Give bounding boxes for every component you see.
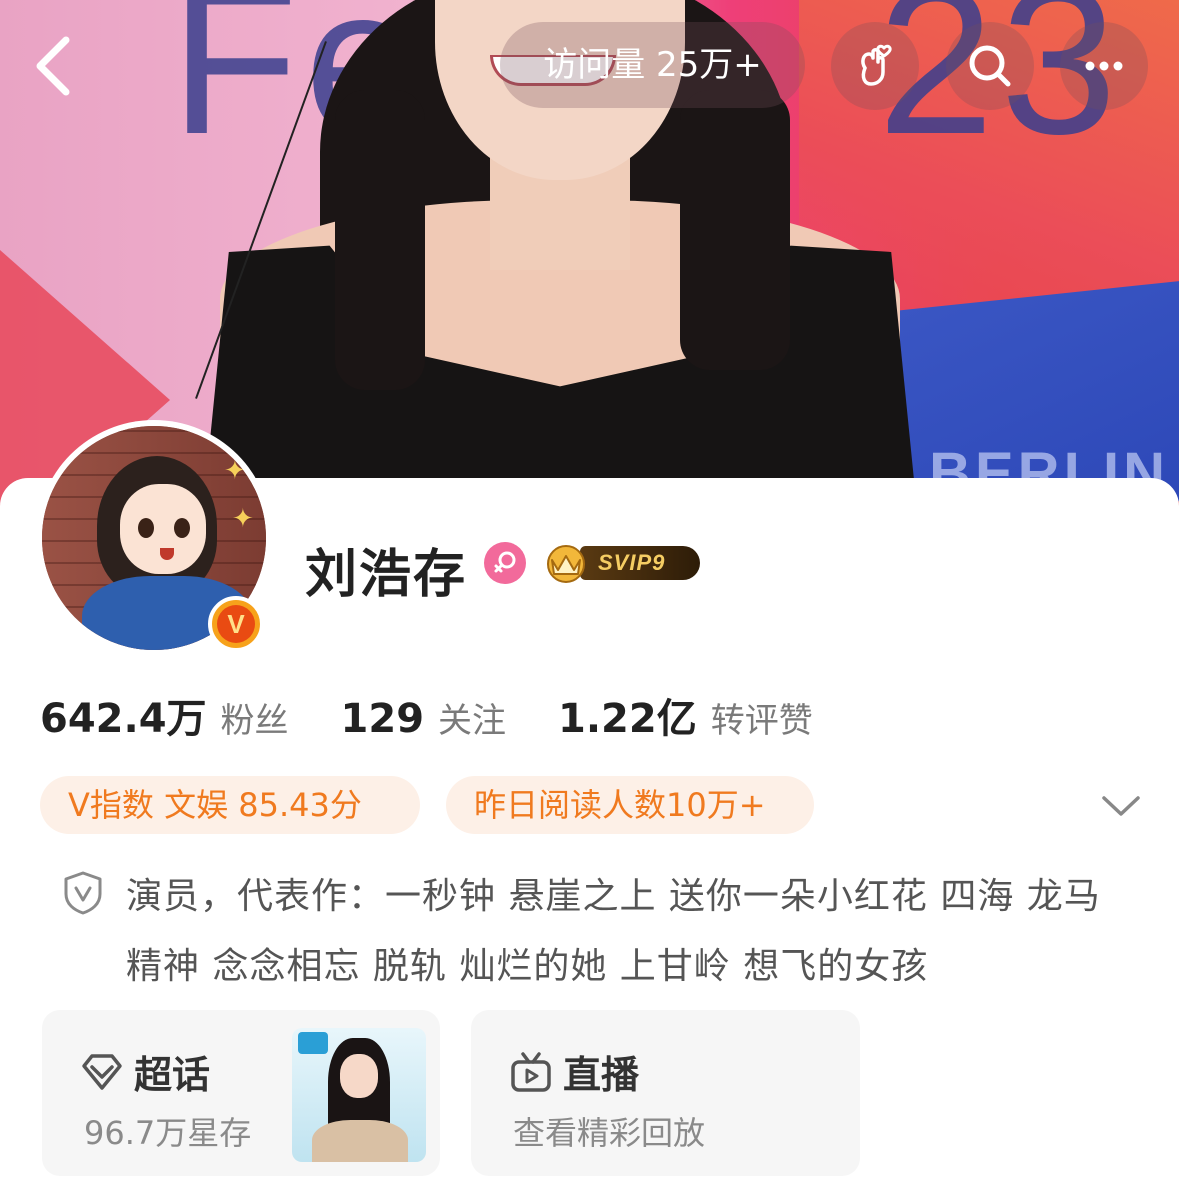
sparkle-icon: ✦ xyxy=(224,456,246,486)
avatar-eye xyxy=(138,518,154,538)
stat-label: 关注 xyxy=(438,701,507,741)
verified-badge: V xyxy=(208,596,264,652)
verified-shield-icon xyxy=(64,871,102,915)
visits-count-pill[interactable]: 访问量 25万+ xyxy=(500,22,805,108)
search-icon xyxy=(969,45,1011,87)
support-button[interactable] xyxy=(831,22,919,110)
tv-play-icon xyxy=(511,1052,551,1092)
crown-icon xyxy=(547,545,585,583)
hand-heart-icon xyxy=(861,44,892,86)
supertopic-card[interactable]: 超话 96.7万星存 xyxy=(42,1010,440,1176)
stat-value: 1.22亿 xyxy=(558,696,697,742)
diamond-icon xyxy=(82,1054,122,1090)
thumb-logo xyxy=(298,1032,328,1054)
reads-tag[interactable]: 昨日阅读人数10万+ xyxy=(446,776,814,834)
thumb-face xyxy=(340,1054,378,1098)
back-button[interactable] xyxy=(22,30,86,102)
supertopic-title: 超话 xyxy=(134,1053,211,1097)
stat-label: 粉丝 xyxy=(220,701,289,741)
live-title: 直播 xyxy=(563,1053,640,1097)
live-card[interactable]: 直播 查看精彩回放 xyxy=(471,1010,860,1176)
stat-interactions[interactable]: 1.22亿 转评赞 xyxy=(558,686,813,744)
bio-text: 演员，代表作：一秒钟 悬崖之上 送你一朵小红花 四海 龙马精神 念念相忘 脱轨 … xyxy=(126,876,1101,987)
profile-name: 刘浩存 xyxy=(305,545,468,605)
more-button[interactable] xyxy=(1060,22,1148,110)
svip-label: SVIP9 xyxy=(580,546,700,580)
v-index-tag[interactable]: V指数 文娱 85.43分 xyxy=(40,776,420,834)
search-button[interactable] xyxy=(946,22,1034,110)
live-subtitle: 查看精彩回放 xyxy=(513,1114,706,1152)
stat-value: 642.4万 xyxy=(40,696,207,742)
avatar-eye xyxy=(174,518,190,538)
stats-row: 642.4万 粉丝 129 关注 1.22亿 转评赞 xyxy=(40,686,865,746)
portrait-hair xyxy=(335,90,425,390)
verified-v-icon: V xyxy=(217,605,255,643)
svip-badge[interactable]: SVIP9 xyxy=(540,540,700,584)
portrait-hair xyxy=(680,90,790,370)
avatar-face xyxy=(120,484,206,574)
back-arrow-icon xyxy=(36,36,70,96)
chevron-down-icon[interactable] xyxy=(1098,790,1144,820)
stat-followers[interactable]: 642.4万 粉丝 xyxy=(40,686,289,744)
stat-following[interactable]: 129 关注 xyxy=(341,693,507,742)
gender-badge xyxy=(484,542,526,584)
supertopic-thumbnail xyxy=(292,1028,426,1162)
female-icon xyxy=(494,551,516,573)
supertopic-subtitle: 96.7万星存 xyxy=(84,1114,252,1152)
thumb-shirt xyxy=(312,1120,408,1162)
stat-value: 129 xyxy=(340,696,425,742)
stat-label: 转评赞 xyxy=(710,701,813,741)
sparkle-icon: ✦ xyxy=(232,504,254,534)
more-icon xyxy=(1085,61,1123,71)
